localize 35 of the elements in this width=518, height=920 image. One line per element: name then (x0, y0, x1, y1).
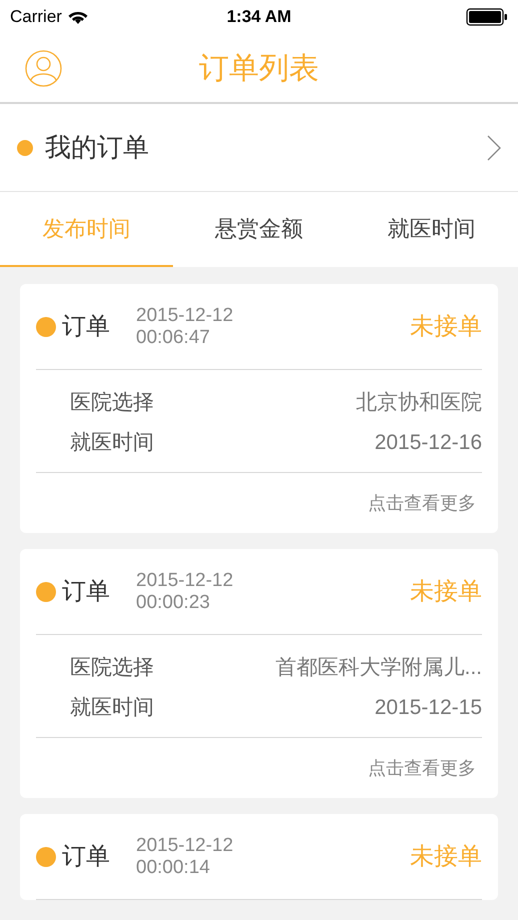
user-icon[interactable] (25, 50, 62, 86)
field-label: 就医时间 (70, 695, 154, 722)
my-orders-row[interactable]: 我的订单 (0, 104, 518, 192)
order-date: 2015-12-12 (136, 834, 234, 856)
field-label: 医院选择 (70, 390, 154, 416)
order-card[interactable]: 订单 2015-12-12 00:06:47 未接单 医院选择 北京协和医院 就医时间 2015-12-16 点击查看更多 (20, 284, 498, 533)
tab[interactable]: 悬赏金额 (172, 192, 346, 267)
field-label: 就医时间 (70, 430, 154, 456)
carrier-name: Carrier (10, 6, 62, 28)
order-card[interactable]: 订单 2015-12-12 00:00:23 未接单 医院选择 首都医科大学附属儿... 就医时间 2015-12-15 点击查看更多 (20, 549, 498, 798)
field-value: 2015-12-15 (374, 695, 482, 722)
tab[interactable]: 就医时间 (345, 192, 518, 267)
order-status: 未接单 (410, 842, 482, 872)
more-link[interactable]: 点击查看更多 (368, 490, 476, 516)
chevron-right-icon (487, 134, 501, 160)
field-value: 首都医科大学附属儿... (275, 655, 482, 682)
order-status: 未接单 (410, 576, 482, 606)
wifi-icon (68, 10, 88, 24)
status-time: 1:34 AM (226, 6, 292, 28)
order-time: 00:06:47 (136, 326, 211, 348)
order-status: 未接单 (410, 312, 482, 342)
order-date: 2015-12-12 (136, 304, 234, 326)
order-title: 订单 (62, 576, 110, 606)
order-time: 00:00:14 (136, 856, 211, 878)
field-label: 医院选择 (70, 655, 154, 682)
order-time: 00:00:23 (136, 592, 211, 614)
more-link[interactable]: 点击查看更多 (368, 754, 476, 782)
order-date: 2015-12-12 (136, 570, 234, 592)
battery-icon (466, 8, 508, 26)
nav-title: 订单列表 (199, 50, 319, 86)
order-card[interactable]: 订单 2015-12-12 00:00:14 未接单 (20, 814, 498, 900)
order-title: 订单 (62, 842, 110, 872)
order-title: 订单 (62, 312, 110, 342)
field-value: 2015-12-16 (374, 430, 482, 456)
field-value: 北京协和医院 (356, 390, 482, 416)
